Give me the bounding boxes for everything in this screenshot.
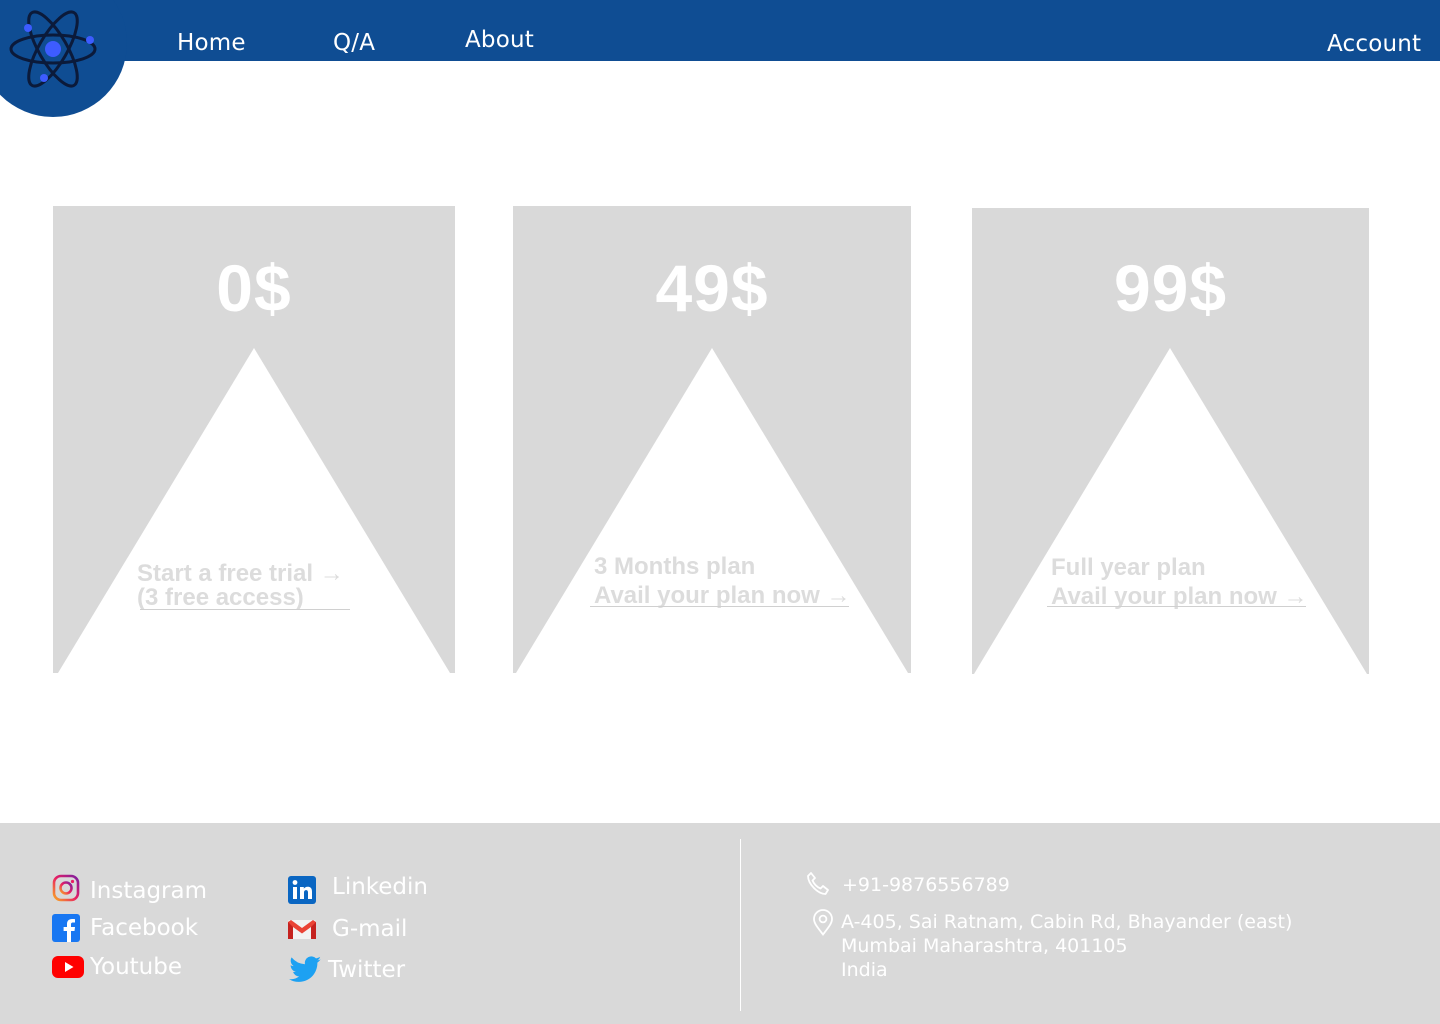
avail-plan-link[interactable]: 3 Months plan Avail your plan now → [594,552,850,610]
social-twitter-link[interactable]: Twitter [289,955,405,984]
plan-price: 99$ [1113,251,1228,325]
instagram-icon [52,874,80,902]
youtube-icon [52,956,84,978]
plan-card-full-year[interactable]: 99$ Full year plan Avail your plan now → [972,208,1369,674]
nav-qa[interactable]: Q/A [333,30,375,56]
cta-line-1: Full year plan [1051,554,1206,581]
cta-underline [1047,606,1306,607]
nav-home[interactable]: Home [177,30,246,56]
gmail-label: G-mail [332,916,408,942]
pricing-page: Home Q/A About Account 0$ Start a free t… [0,0,1440,1024]
social-gmail-link[interactable]: G-mail [287,916,407,942]
gmail-icon [288,920,316,939]
top-navbar: Home Q/A About Account [0,0,1440,61]
cta-line-1: Start a free trial → [137,560,344,587]
address-line-2: Mumbai Maharashtra, 401105 [841,935,1128,957]
cta-line-1: 3 Months plan [594,553,756,580]
social-instagram-link[interactable]: Instagram [52,872,207,904]
address-line-1: A-405, Sai Ratnam, Cabin Rd, Bhayander (… [841,911,1293,933]
nav-account[interactable]: Account [1327,31,1421,57]
cta-underline [140,609,350,610]
plan-card-free[interactable]: 0$ Start a free trial → (3 free access) [53,206,455,673]
footer-divider [740,839,741,1011]
address-line-3: India [841,959,888,981]
logo-badge[interactable] [0,0,127,117]
twitter-label: Twitter [328,956,406,983]
plan-card-3-months[interactable]: 49$ 3 Months plan Avail your plan now → [513,206,911,673]
cta-line-2: (3 free access) [137,584,304,611]
facebook-label: Facebook [90,915,199,941]
start-free-trial-link[interactable]: Start a free trial → (3 free access) [137,562,344,610]
location-pin-icon [813,909,833,936]
instagram-label: Instagram [90,878,208,904]
plan-price: 0$ [216,251,292,325]
avail-plan-link[interactable]: Full year plan Avail your plan now → [1051,553,1307,611]
footer: Instagram Facebook Youtube Linkedin G-ma… [0,823,1440,1024]
linkedin-label: Linkedin [332,874,428,900]
atom-logo-icon [9,10,97,88]
linkedin-icon [288,876,316,904]
social-linkedin-link[interactable]: Linkedin [288,874,428,904]
youtube-label: Youtube [90,954,182,980]
phone-number[interactable]: +91-9876556789 [842,873,1010,897]
phone-icon [807,872,829,895]
plan-price: 49$ [655,251,769,325]
cta-underline [590,606,849,607]
facebook-icon [52,914,80,942]
social-youtube-link[interactable]: Youtube [52,954,182,980]
address: A-405, Sai Ratnam, Cabin Rd, Bhayander (… [841,910,1292,982]
nav-about[interactable]: About [465,27,534,53]
social-facebook-link[interactable]: Facebook [52,914,198,942]
twitter-icon [289,956,321,982]
